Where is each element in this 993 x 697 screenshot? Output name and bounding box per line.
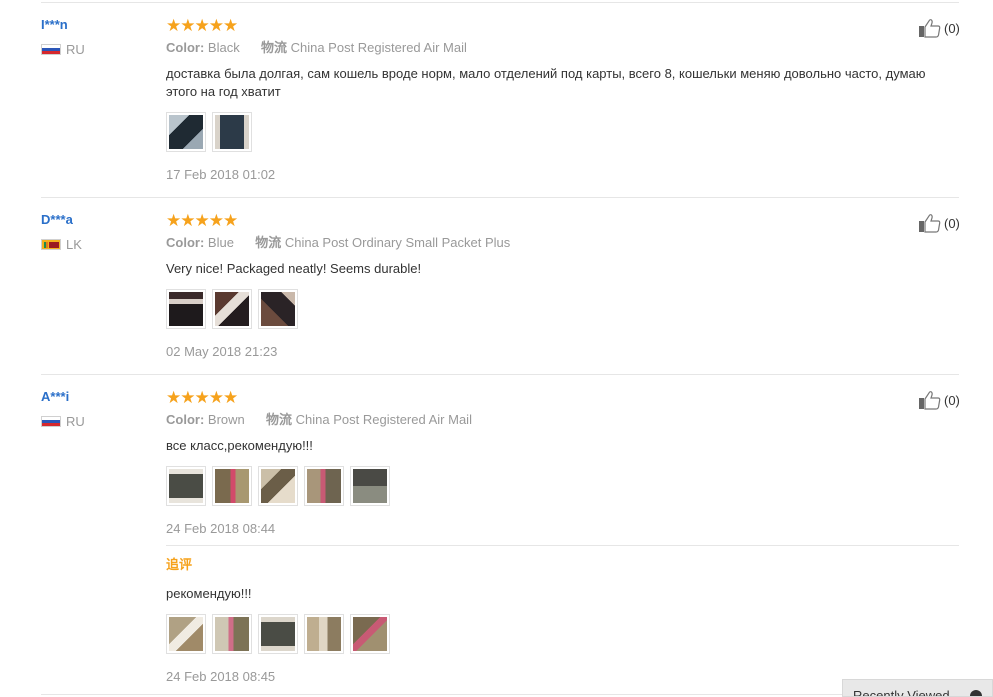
helpful-count: (0) [944, 215, 960, 231]
review-text: Very nice! Packaged neatly! Seems durabl… [166, 261, 422, 276]
color-key: Color: [166, 40, 205, 55]
shipping-key: 物流 [266, 412, 293, 427]
review-user: D***a LK [41, 212, 82, 252]
review-photos [166, 112, 946, 152]
shipping-key: 物流 [255, 235, 282, 250]
sri-lanka-flag-icon [41, 238, 61, 250]
review-photo[interactable] [212, 112, 252, 152]
followup-text: рекомендую!!! [166, 586, 252, 601]
review-divider [41, 374, 959, 375]
helpful-button[interactable]: (0) [918, 18, 960, 38]
review-photo[interactable] [166, 614, 206, 654]
review-divider [41, 694, 959, 695]
star-rating: ★★★★★ [166, 17, 946, 34]
russia-flag-icon [41, 415, 61, 427]
review-user: A***i RU [41, 389, 85, 429]
recently-viewed-tab[interactable]: Recently Viewed [842, 679, 993, 697]
shipping-key: 物流 [260, 40, 287, 55]
followup-date: 24 Feb 2018 08:45 [166, 669, 276, 684]
followup-photos [166, 614, 946, 654]
review-content: ★★★★★ Color: Brown 物流 China Post Registe… [166, 389, 946, 537]
user-country: RU [41, 413, 85, 429]
review-photo[interactable] [258, 466, 298, 506]
review-photo[interactable] [166, 112, 206, 152]
review-divider [41, 2, 959, 3]
helpful-button[interactable]: (0) [918, 390, 960, 410]
star-rating-icons: ★★★★★ [166, 211, 238, 230]
user-country: LK [41, 236, 82, 252]
color-value: Blue [207, 235, 234, 250]
russia-flag-icon [41, 43, 61, 55]
country-code: RU [66, 413, 85, 429]
review-photos [166, 466, 946, 506]
country-code: LK [66, 236, 82, 252]
color-key: Color: [166, 412, 205, 427]
feedback-list: I***n RU ★★★★★ Color: Black 物流 China Pos… [0, 0, 993, 697]
recently-viewed-label: Recently Viewed [853, 688, 950, 697]
review-attributes: Color: Brown 物流 China Post Registered Ai… [166, 412, 946, 428]
followup-divider [166, 545, 959, 546]
user-name[interactable]: A***i [41, 389, 85, 405]
review-photo[interactable] [258, 289, 298, 329]
helpful-count: (0) [944, 20, 960, 36]
review-content: ★★★★★ Color: Black 物流 China Post Registe… [166, 17, 946, 183]
user-name[interactable]: I***n [41, 17, 85, 33]
review-date: 02 May 2018 21:23 [166, 344, 278, 359]
thumbs-up-icon [919, 19, 941, 38]
followup-label: 追评 [166, 557, 193, 572]
collapse-icon [970, 690, 982, 696]
thumbs-up-icon [919, 391, 941, 410]
review-attributes: Color: Blue 物流 China Post Ordinary Small… [166, 235, 946, 251]
review-divider [41, 197, 959, 198]
review-content: ★★★★★ Color: Blue 物流 China Post Ordinary… [166, 212, 946, 360]
review-photo[interactable] [350, 466, 390, 506]
star-rating: ★★★★★ [166, 389, 946, 406]
color-value: Brown [207, 412, 245, 427]
shipping-value: China Post Registered Air Mail [290, 40, 467, 55]
shipping-value: China Post Ordinary Small Packet Plus [284, 235, 511, 250]
color-key: Color: [166, 235, 205, 250]
review-photo[interactable] [166, 289, 206, 329]
country-code: RU [66, 41, 85, 57]
review-date: 17 Feb 2018 01:02 [166, 167, 276, 182]
review-photo[interactable] [350, 614, 390, 654]
review-date: 24 Feb 2018 08:44 [166, 521, 276, 536]
helpful-count: (0) [944, 392, 960, 408]
review-text: доставка была долгая, сам кошель вроде н… [166, 66, 926, 99]
review-photo[interactable] [212, 466, 252, 506]
review-photo[interactable] [304, 466, 344, 506]
review-attributes: Color: Black 物流 China Post Registered Ai… [166, 40, 946, 56]
shipping-value: China Post Registered Air Mail [295, 412, 472, 427]
review-photo[interactable] [166, 466, 206, 506]
review-text: все класс,рекомендую!!! [166, 438, 313, 453]
thumbs-up-icon [919, 214, 941, 233]
star-rating-icons: ★★★★★ [166, 16, 238, 35]
helpful-button[interactable]: (0) [918, 213, 960, 233]
user-country: RU [41, 41, 85, 57]
color-value: Black [207, 40, 240, 55]
review-photo[interactable] [212, 614, 252, 654]
user-name[interactable]: D***a [41, 212, 82, 228]
review-user: I***n RU [41, 17, 85, 57]
review-photo[interactable] [304, 614, 344, 654]
review-photo[interactable] [258, 614, 298, 654]
star-rating-icons: ★★★★★ [166, 388, 238, 407]
star-rating: ★★★★★ [166, 212, 946, 229]
review-photo[interactable] [212, 289, 252, 329]
followup-content: 追评 рекомендую!!! 24 Feb 2018 08:45 [166, 557, 946, 685]
review-photos [166, 289, 946, 329]
